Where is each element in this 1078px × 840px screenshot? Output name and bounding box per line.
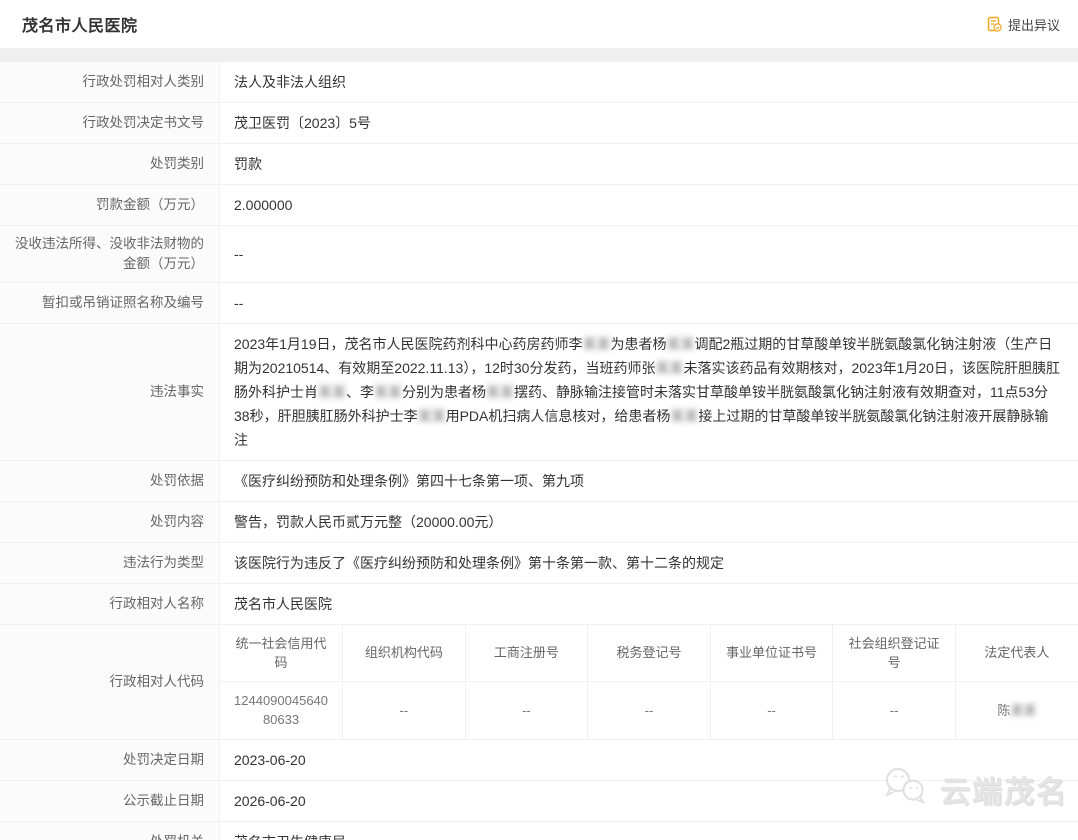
field-label: 违法事实 [0,324,220,460]
col-tax-reg-no: 税务登记号 [588,625,711,681]
field-label: 公示截止日期 [0,781,220,821]
social-org-cert-no-value: -- [833,681,956,739]
fact-text: 2023年1月19日，茂名市人民医院药剂科中心药房药师李 [234,336,583,352]
penalty-detail-table: 行政处罚相对人类别 法人及非法人组织 行政处罚决定书文号 茂卫医罚〔2023〕5… [0,62,1078,840]
field-value: 该医院行为违反了《医疗纠纷预防和处理条例》第十条第一款、第十二条的规定 [220,543,1078,583]
field-value: -- [220,226,1078,282]
legal-rep-value: 陈某某 [955,681,1078,739]
field-value: 2026-06-20 [220,781,1078,821]
row-violation-type: 违法行为类型 该医院行为违反了《医疗纠纷预防和处理条例》第十条第一款、第十二条的… [0,543,1078,584]
field-label: 没收违法所得、没收非法财物的金额（万元） [0,226,220,282]
row-doc-no: 行政处罚决定书文号 茂卫医罚〔2023〕5号 [0,103,1078,144]
col-org-code: 组织机构代码 [343,625,466,681]
legal-rep-surname: 陈 [997,703,1010,718]
redacted-name: 某某 [667,336,695,352]
row-fine-amount: 罚款金额（万元） 2.000000 [0,185,1078,226]
field-value: -- [220,283,1078,323]
fact-text: 用PDA机扫病人信息核对，给患者杨 [446,408,671,424]
field-value: 《医疗纠纷预防和处理条例》第四十七条第一项、第九项 [220,461,1078,501]
row-license-revocation: 暂扣或吊销证照名称及编号 -- [0,283,1078,324]
redacted-name: 某某 [374,384,402,400]
field-label: 暂扣或吊销证照名称及编号 [0,283,220,323]
business-reg-no-value: -- [465,681,588,739]
objection-document-icon [986,16,1003,33]
tax-reg-no-value: -- [588,681,711,739]
field-label: 处罚内容 [0,502,220,542]
top-bar: 茂名市人民医院 提出异议 [0,0,1078,48]
row-violation-facts: 违法事实 2023年1月19日，茂名市人民医院药剂科中心药房药师李某某为患者杨某… [0,324,1078,461]
col-business-reg-no: 工商注册号 [465,625,588,681]
institution-cert-no-value: -- [710,681,833,739]
col-institution-cert-no: 事业单位证书号 [710,625,833,681]
org-code-value: -- [343,681,466,739]
violation-facts-text: 2023年1月19日，茂名市人民医院药剂科中心药房药师李某某为患者杨某某调配2瓶… [220,324,1078,460]
fact-text: 分别为患者杨 [402,384,486,400]
redacted-name: 某某 [655,360,683,376]
field-label: 行政处罚决定书文号 [0,103,220,143]
credit-code-value: 124409004564080633 [220,681,343,739]
row-confiscation: 没收违法所得、没收非法财物的金额（万元） -- [0,226,1078,283]
field-label: 处罚依据 [0,461,220,501]
row-party-type: 行政处罚相对人类别 法人及非法人组织 [0,62,1078,103]
redacted-name: 某某 [418,408,446,424]
field-label: 处罚决定日期 [0,740,220,780]
row-penalty-basis: 处罚依据 《医疗纠纷预防和处理条例》第四十七条第一项、第九项 [0,461,1078,502]
field-value: 茂名市人民医院 [220,584,1078,624]
penalty-record-page: 茂名市人民医院 提出异议 行政处罚相对人类别 法人及非法人组织 行政处罚决定书文… [0,0,1078,840]
col-legal-rep: 法定代表人 [955,625,1078,681]
field-label: 处罚类别 [0,144,220,184]
field-value: 法人及非法人组织 [220,62,1078,102]
raise-objection-button[interactable]: 提出异议 [986,15,1060,34]
row-penalty-content: 处罚内容 警告，罚款人民币贰万元整（20000.00元） [0,502,1078,543]
redacted-name: 某某 [670,408,698,424]
field-value: 茂名市卫生健康局 [220,822,1078,840]
row-party-codes: 行政相对人代码 统一社会信用代码 组织机构代码 工商注册号 税务登记号 事业单位… [0,625,1078,740]
row-decision-date: 处罚决定日期 2023-06-20 [0,740,1078,781]
field-value: 茂卫医罚〔2023〕5号 [220,103,1078,143]
row-penalty-category: 处罚类别 罚款 [0,144,1078,185]
redacted-name: 某某 [486,384,514,400]
field-value: 2.000000 [220,185,1078,225]
fact-text: 为患者杨 [611,336,667,352]
codes-value-row: 124409004564080633 -- -- -- -- -- 陈某某 [220,681,1078,739]
field-label: 行政相对人名称 [0,584,220,624]
redacted-name: 某某 [583,336,611,352]
row-party-name: 行政相对人名称 茂名市人民医院 [0,584,1078,625]
field-value: 2023-06-20 [220,740,1078,780]
field-label: 处罚机关 [0,822,220,840]
party-codes-table: 统一社会信用代码 组织机构代码 工商注册号 税务登记号 事业单位证书号 社会组织… [220,625,1078,739]
field-value: 罚款 [220,144,1078,184]
row-publicity-deadline: 公示截止日期 2026-06-20 [0,781,1078,822]
field-label: 罚款金额（万元） [0,185,220,225]
codes-header-row: 统一社会信用代码 组织机构代码 工商注册号 税务登记号 事业单位证书号 社会组织… [220,625,1078,681]
redacted-name: 某某 [1010,703,1036,718]
field-value: 警告，罚款人民币贰万元整（20000.00元） [220,502,1078,542]
field-label: 违法行为类型 [0,543,220,583]
col-social-org-cert-no: 社会组织登记证号 [833,625,956,681]
section-divider [0,48,1078,62]
row-penalty-authority: 处罚机关 茂名市卫生健康局 [0,822,1078,840]
field-label: 行政相对人代码 [0,625,220,739]
redacted-name: 某某 [318,384,346,400]
page-title: 茂名市人民医院 [22,12,138,36]
fact-text: 、李 [346,384,374,400]
field-label: 行政处罚相对人类别 [0,62,220,102]
col-credit-code: 统一社会信用代码 [220,625,343,681]
party-codes-table-wrapper: 统一社会信用代码 组织机构代码 工商注册号 税务登记号 事业单位证书号 社会组织… [220,625,1078,739]
objection-label: 提出异议 [1008,15,1060,34]
